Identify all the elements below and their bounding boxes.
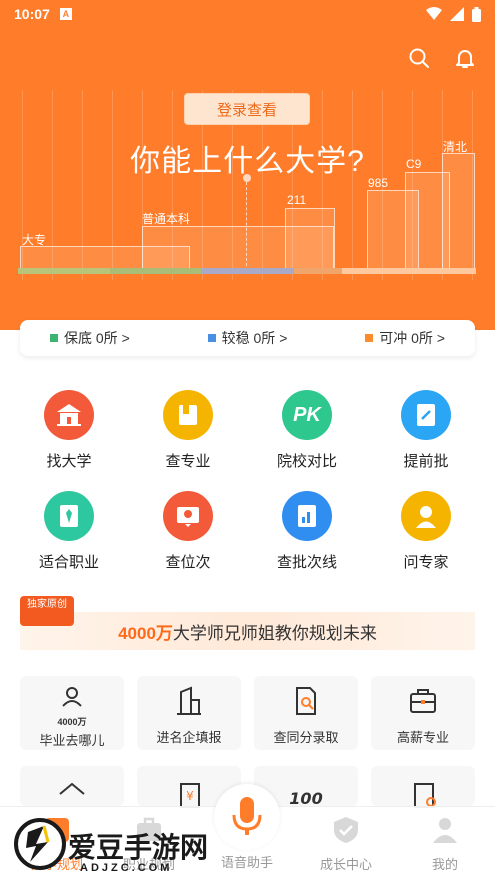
battery-icon: [472, 6, 481, 22]
status-time: 10:07: [14, 6, 50, 22]
feature-label: 查专业: [165, 453, 211, 470]
level-label: 211: [287, 193, 307, 207]
feature-label: 提前批: [403, 453, 449, 470]
feature-label: 找大学: [46, 453, 92, 470]
level-label: 大专: [22, 233, 47, 247]
card-same-score[interactable]: 查同分录取: [254, 676, 358, 750]
feature-ask-expert[interactable]: 问专家: [371, 491, 481, 572]
bar-chart-icon: [282, 491, 332, 541]
card-graduate-destination[interactable]: 4000万 毕业去哪儿: [20, 676, 124, 750]
bell-icon[interactable]: [453, 46, 477, 70]
building-icon: [177, 686, 201, 715]
briefcase-icon: [410, 689, 436, 713]
count-reach[interactable]: 可冲 0所 >: [365, 328, 445, 348]
document-icon: [401, 390, 451, 440]
banner-highlight: 4000万: [118, 623, 173, 643]
card-high-salary[interactable]: 高薪专业: [371, 676, 475, 750]
current-position-dot: [243, 174, 251, 182]
watermark-text: 爱豆手游网: [68, 831, 209, 864]
level-label: 普通本科: [142, 212, 191, 226]
card-label: 高薪专业: [396, 730, 449, 745]
admission-counts-bar: 保底 0所 > 较稳 0所 > 可冲 0所 >: [20, 320, 475, 356]
profile-icon: [433, 818, 457, 843]
count-label: 保底 0所 >: [64, 330, 130, 346]
count-stable[interactable]: 较稳 0所 >: [207, 328, 288, 348]
location-icon: [163, 491, 213, 541]
hero-section: 登录查看 你能上什么大学? 大专 普通本科 211 985 C9 清北: [0, 0, 495, 330]
search-doc-icon: [296, 687, 316, 715]
nav-growth-center[interactable]: 成长中心: [301, 815, 391, 873]
level-bar-segment: [18, 268, 110, 274]
level-bar-segment: [294, 268, 342, 274]
safe-dot: [50, 334, 58, 342]
feature-find-university[interactable]: 找大学: [14, 390, 124, 471]
level-step-211: [285, 208, 335, 268]
card-partial[interactable]: [371, 766, 475, 808]
level-label: C9: [406, 157, 422, 171]
growth-icon: [334, 817, 358, 843]
feature-check-rank[interactable]: 查位次: [133, 491, 243, 572]
feature-label: 查批次线: [276, 554, 337, 571]
person-4000-icon: [62, 687, 82, 707]
nav-label: 成长中心: [319, 857, 372, 872]
tie-icon: [44, 491, 94, 541]
feature-suitable-career[interactable]: 适合职业: [14, 491, 124, 572]
level-bar-segment: [342, 268, 476, 274]
reach-dot: [365, 334, 374, 342]
level-bar-segment: [202, 268, 294, 274]
login-button[interactable]: 登录查看: [184, 93, 310, 125]
school-icon: [44, 390, 94, 440]
watermark-sub: ADJZC.COM: [80, 862, 173, 874]
report-icon: [414, 783, 436, 808]
expert-icon: [401, 491, 451, 541]
feature-compare-schools[interactable]: PK 院校对比: [252, 390, 362, 471]
feature-label: 问专家: [403, 554, 449, 571]
wifi-icon: [426, 7, 442, 20]
signal-icon: [450, 7, 464, 21]
card-label: 毕业去哪儿: [39, 733, 105, 748]
card-sub-label: 4000万: [57, 717, 87, 727]
hundred-icon: 100: [289, 789, 322, 808]
count-label: 较稳 0所 >: [221, 330, 288, 346]
yen-doc-icon: ¥: [180, 783, 200, 808]
nav-profile[interactable]: 我的: [400, 815, 490, 873]
feature-check-major[interactable]: 查专业: [133, 390, 243, 471]
feature-label: 院校对比: [276, 453, 337, 470]
promo-banner[interactable]: 4000万 大学师兄师姐教你规划未来: [20, 612, 475, 650]
house-icon: [59, 782, 85, 795]
stable-dot: [207, 334, 216, 342]
feature-batch-lines[interactable]: 查批次线: [252, 491, 362, 572]
count-safe[interactable]: 保底 0所 >: [50, 328, 130, 348]
exclusive-badge: 独家原创: [20, 596, 74, 626]
card-partial[interactable]: [20, 766, 124, 806]
feature-label: 查位次: [165, 554, 211, 571]
nav-label: 我的: [431, 857, 458, 872]
card-label: 进名企填报: [156, 730, 222, 745]
svg-text:¥: ¥: [186, 789, 194, 803]
card-label: 查同分录取: [273, 730, 339, 745]
feature-label: 适合职业: [38, 554, 99, 571]
search-icon[interactable]: [407, 46, 431, 70]
status-bar: 10:07 A: [0, 0, 495, 28]
count-label: 可冲 0所 >: [379, 330, 445, 346]
card-top-company[interactable]: 进名企填报: [137, 676, 241, 750]
level-label: 清北: [443, 140, 468, 154]
level-label: 985: [368, 176, 389, 190]
level-bar-segment: [110, 268, 202, 274]
pk-icon: PK: [282, 390, 332, 440]
book-icon: [163, 390, 213, 440]
notification-a-icon: A: [59, 8, 72, 20]
feature-early-batch[interactable]: 提前批: [371, 390, 481, 471]
grid-line: [352, 90, 353, 280]
level-step-tsinghua-peking: [442, 153, 475, 268]
banner-text: 大学师兄师姐教你规划未来: [172, 623, 377, 643]
